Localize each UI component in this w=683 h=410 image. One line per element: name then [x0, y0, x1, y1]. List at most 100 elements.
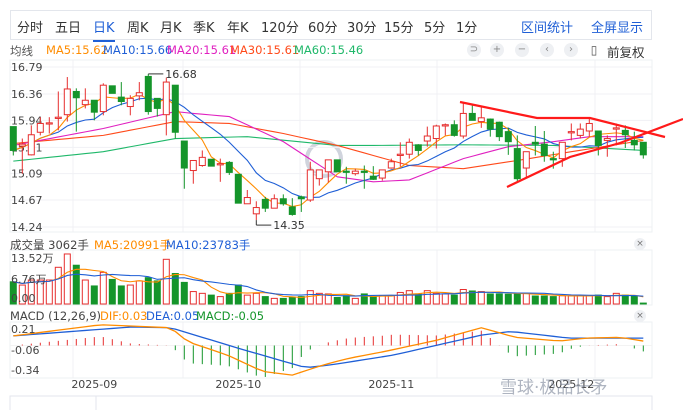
volume-bar	[333, 296, 341, 305]
candle-body	[324, 159, 332, 173]
candle-body	[513, 148, 521, 180]
volume-tick-label: 13.52万	[11, 252, 54, 265]
macd-tick-label: -0.06	[11, 344, 39, 357]
volume-bar	[108, 278, 116, 305]
candle-body	[630, 139, 638, 146]
candle-body	[297, 196, 305, 200]
macd-value-legend: MACD:-0.05	[196, 309, 265, 323]
volume-ma10-legend: MA10:23783手	[166, 238, 251, 252]
volume-bar	[135, 280, 143, 305]
dea-line	[13, 326, 644, 368]
volume-bar	[405, 290, 413, 305]
candle-body	[351, 170, 359, 175]
candle-body	[639, 141, 647, 156]
volume-bar	[180, 281, 188, 305]
volume-bar	[477, 291, 485, 305]
volume-bar	[90, 285, 98, 305]
candle-body	[81, 99, 89, 106]
volume-bar	[63, 253, 71, 305]
volume-bar	[378, 295, 386, 305]
volume-bar	[207, 294, 215, 305]
candle-body	[261, 198, 269, 209]
volume-bar	[585, 295, 593, 305]
candle-body	[441, 124, 449, 127]
volume-bar	[459, 288, 467, 305]
volume-bar	[45, 279, 53, 305]
candle-body	[72, 90, 80, 99]
bottom-info-table	[9, 395, 653, 410]
candle-body	[603, 138, 611, 141]
low-price-label: 14.35	[273, 219, 305, 232]
volume-tick-label: 6.76万	[11, 273, 47, 286]
volume-bar	[234, 284, 242, 305]
candle-body	[279, 198, 287, 205]
macd-legend-title: MACD (12,26,9)	[10, 309, 101, 323]
price-tick-label: 15.09	[11, 168, 43, 181]
candle-body	[9, 126, 17, 151]
ma60-line	[13, 136, 644, 162]
volume-bar	[216, 296, 224, 305]
price-tick-label: 14.67	[11, 194, 43, 207]
candle-body	[459, 112, 467, 137]
candle-body	[468, 112, 476, 121]
candle-body	[234, 173, 242, 204]
volume-bar	[261, 296, 269, 305]
candle-body	[144, 75, 152, 113]
volume-bar	[117, 285, 125, 305]
high-price-label: 16.68	[165, 68, 197, 81]
volume-bar	[162, 258, 170, 305]
volume-bar	[441, 293, 449, 305]
candle-body	[567, 131, 575, 134]
close-macd-icon[interactable]: ×	[634, 310, 646, 322]
volume-bar	[450, 294, 458, 305]
candle-body	[189, 159, 197, 172]
candle-body	[558, 141, 566, 160]
candle-body	[549, 158, 557, 161]
macd-panel	[9, 321, 653, 379]
volume-bar	[252, 292, 260, 305]
volume-bar	[513, 292, 521, 305]
candle-body	[270, 198, 278, 209]
candle-body	[90, 99, 98, 113]
dif-line	[13, 324, 644, 376]
volume-bar	[81, 279, 89, 305]
volume-bar	[540, 295, 548, 305]
volume-bar	[567, 295, 575, 305]
volume-ma10-line	[13, 273, 644, 297]
candle-body	[108, 85, 116, 94]
candle-body	[369, 175, 377, 180]
volume-bar	[576, 295, 584, 305]
candle-body	[225, 161, 233, 173]
candle-body	[333, 159, 341, 173]
volume-bar	[342, 295, 350, 305]
volume-bar	[603, 296, 611, 305]
candle-body	[135, 92, 143, 97]
volume-bar	[99, 271, 107, 305]
volume-bar	[531, 295, 539, 305]
close-volume-icon[interactable]: ×	[634, 238, 646, 250]
candle-body	[621, 129, 629, 136]
candle-body	[531, 141, 539, 145]
candle-body	[396, 153, 404, 156]
volume-bar	[189, 291, 197, 305]
candle-body	[171, 84, 179, 133]
volume-bar	[504, 293, 512, 305]
volume-bar	[630, 295, 638, 305]
candle-body	[27, 134, 35, 156]
volume-tick-label: 0.00	[11, 292, 36, 305]
candle-body	[432, 125, 440, 140]
stock-chart[interactable]: 16.7916.3615.9415.5115.0914.6714.2416.68…	[0, 0, 683, 410]
volume-bar	[306, 290, 314, 305]
price-tick-label: 16.36	[11, 88, 43, 101]
dea-legend: DEA:0.05	[146, 309, 200, 323]
candle-body	[450, 124, 458, 136]
candle-body	[162, 81, 170, 116]
candle-body	[522, 151, 530, 169]
candle-body	[612, 127, 620, 130]
volume-bar	[639, 302, 647, 305]
candle-body	[54, 116, 62, 119]
candle-body	[198, 156, 206, 167]
candle-body	[252, 207, 260, 215]
candle-body	[243, 197, 251, 205]
candle-body	[405, 141, 413, 155]
